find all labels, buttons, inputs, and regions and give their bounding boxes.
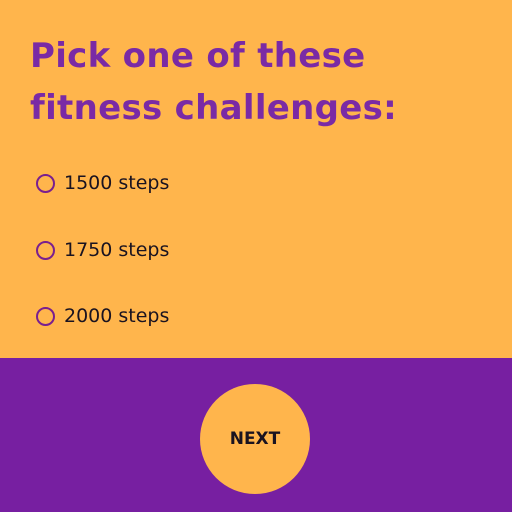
option-1750-steps[interactable]: 1750 steps <box>36 237 169 263</box>
question-panel: Pick one of these fitness challenges: 15… <box>0 0 512 358</box>
radio-circle-icon[interactable] <box>36 240 55 260</box>
next-button[interactable]: NEXT <box>200 384 310 494</box>
option-label: 2000 steps <box>64 305 170 327</box>
question-title: Pick one of these fitness challenges: <box>30 36 398 128</box>
option-1500-steps[interactable]: 1500 steps <box>36 170 169 196</box>
option-2000-steps[interactable]: 2000 steps <box>36 303 169 329</box>
radio-circle-icon[interactable] <box>36 306 55 326</box>
option-label: 1750 steps <box>64 239 170 261</box>
radio-circle-icon[interactable] <box>36 173 55 193</box>
option-label: 1500 steps <box>64 172 170 194</box>
